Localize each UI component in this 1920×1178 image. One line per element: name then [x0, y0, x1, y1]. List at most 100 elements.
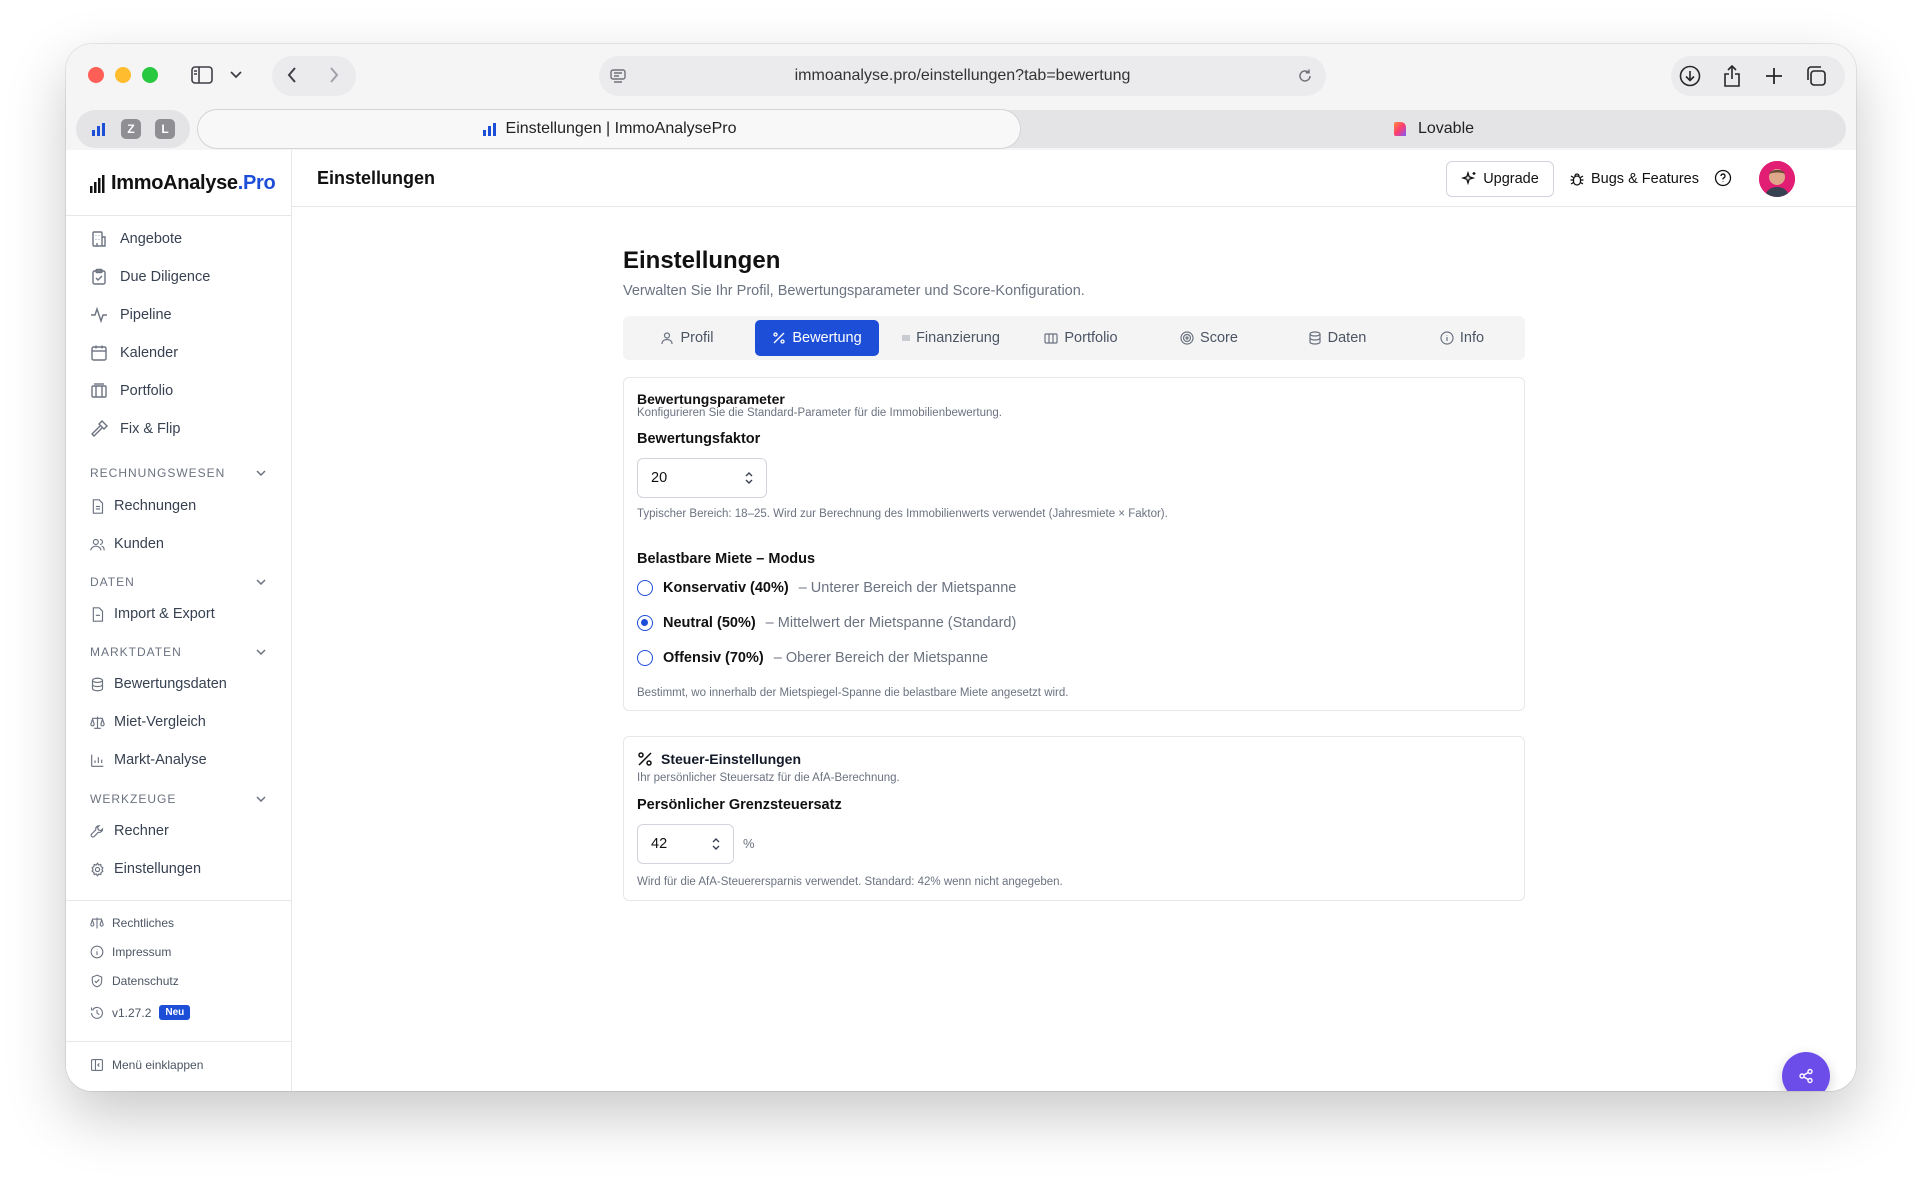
collapse-menu-button[interactable]: Menü einklappen [90, 1058, 203, 1072]
version-text: v1.27.2 [112, 1005, 152, 1020]
sidebar-item-label: Fix & Flip [120, 421, 181, 437]
tab-label: Daten [1327, 330, 1367, 346]
section-header-werkzeuge[interactable]: WERKZEUGE [90, 792, 266, 806]
sidebar-item-kalender[interactable]: Kalender [90, 344, 178, 362]
tax-rate-unit: % [743, 836, 755, 851]
scale-icon [90, 917, 104, 929]
tab-info[interactable]: Info [1403, 320, 1521, 356]
tab-finanzierung[interactable]: Finanzierung [887, 320, 1015, 356]
building-icon [92, 231, 106, 247]
sidebar-item-label: Bewertungsdaten [114, 676, 227, 692]
sidebar-toggle-icon[interactable] [190, 64, 214, 86]
sidebar-item-rechner[interactable]: Rechner [90, 823, 169, 839]
browser-tab-active[interactable]: Einstellungen | ImmoAnalysePro [198, 110, 1020, 148]
chevron-down-icon [256, 649, 266, 655]
footer-link-datenschutz[interactable]: Datenschutz [90, 974, 179, 988]
footer-link-impressum[interactable]: Impressum [90, 945, 171, 959]
upgrade-label: Upgrade [1483, 171, 1539, 187]
input-value: 42 [651, 836, 668, 852]
footer-link-label: Impressum [112, 945, 172, 959]
version-info[interactable]: v1.27.2 Neu [90, 1005, 191, 1020]
sidebar-item-rechnungen[interactable]: Rechnungen [90, 498, 196, 514]
sidebar-item-label: Due Diligence [120, 269, 211, 285]
tab-group-pill[interactable]: Z L [76, 110, 190, 148]
header-title: Einstellungen [317, 168, 436, 188]
chevron-down-icon[interactable] [229, 68, 243, 82]
tab-strip: Einstellungen | ImmoAnalysePro Lovable [198, 110, 1846, 148]
radio-button[interactable] [637, 580, 653, 596]
section-title: RECHNUNGSWESEN [90, 466, 226, 480]
url-text: immoanalyse.pro/einstellungen?tab=bewert… [794, 67, 1131, 84]
address-bar[interactable]: immoanalyse.pro/einstellungen?tab=bewert… [599, 56, 1326, 96]
stepper-icon[interactable] [711, 836, 721, 852]
forward-icon[interactable] [324, 64, 344, 86]
rent-mode-option[interactable]: Neutral (50%) – Mittelwert der Mietspann… [637, 615, 1016, 631]
sidebar-item-label: Rechnungen [114, 498, 197, 514]
rent-mode-option[interactable]: Konservativ (40%) – Unterer Bereich der … [637, 580, 1016, 596]
logo-suffix: .Pro [237, 172, 276, 194]
tab-portfolio[interactable]: Portfolio [1019, 320, 1143, 356]
info-icon [1440, 331, 1454, 345]
help-icon[interactable] [1714, 169, 1734, 189]
sidebar-item-label: Markt-Analyse [114, 752, 207, 768]
reload-icon[interactable] [1296, 67, 1314, 85]
app-header: Einstellungen Upgrade Bugs & Features [292, 150, 1856, 207]
footer-link-label: Rechtliches [112, 916, 175, 930]
tab-label: Score [1200, 330, 1238, 346]
card-description: Konfigurieren Sie die Standard-Parameter… [637, 407, 1003, 419]
section-header-marktdaten[interactable]: MARKTDATEN [90, 645, 266, 659]
close-window-button[interactable] [88, 67, 104, 83]
new-tab-icon[interactable] [1762, 64, 1786, 88]
sidebar-item-due-diligence[interactable]: Due Diligence [90, 268, 210, 286]
section-header-daten[interactable]: DATEN [90, 575, 266, 589]
sidebar-item-portfolio[interactable]: Portfolio [90, 382, 173, 400]
sidebar-item-bewertungsdaten[interactable]: Bewertungsdaten [90, 676, 227, 692]
rent-mode-option[interactable]: Offensiv (70%) – Oberer Bereich der Miet… [637, 650, 988, 666]
footer-link-label: Datenschutz [112, 974, 179, 988]
tab-title: Lovable [1417, 120, 1475, 137]
profile-badge[interactable]: Z [121, 119, 141, 139]
tab-overview-icon[interactable] [1804, 64, 1828, 88]
sidebar-item-fix-flip[interactable]: Fix & Flip [90, 420, 180, 438]
users-icon [90, 538, 105, 550]
percent-icon [773, 332, 785, 344]
sidebar-divider [66, 215, 292, 216]
valuation-factor-input[interactable]: 20 [637, 458, 767, 498]
section-header-rechnungswesen[interactable]: RECHNUNGSWESEN [90, 466, 266, 480]
back-icon[interactable] [282, 64, 302, 86]
minimize-window-button[interactable] [115, 67, 131, 83]
valuation-factor-label: Bewertungsfaktor [637, 431, 761, 447]
tab-bewertung[interactable]: Bewertung [755, 320, 879, 356]
sidebar-item-einstellungen[interactable]: Einstellungen [90, 861, 201, 877]
chevron-down-icon [256, 579, 266, 585]
radio-button[interactable] [637, 650, 653, 666]
sidebar-item-markt-analyse[interactable]: Markt-Analyse [90, 752, 207, 768]
collapse-menu-label: Menü einklappen [112, 1058, 204, 1072]
sidebar: ImmoAnalyse .Pro Angebote Due Diligence P… [66, 150, 292, 1091]
valuation-factor-hint: Typischer Bereich: 18–25. Wird zur Berec… [637, 508, 1168, 520]
share-icon[interactable] [1720, 63, 1744, 89]
user-icon [661, 332, 674, 345]
tab-profil[interactable]: Profil [627, 320, 747, 356]
profile-badge[interactable]: L [155, 119, 175, 139]
tax-rate-input[interactable]: 42 [637, 824, 734, 864]
browser-tab[interactable]: Lovable [1020, 110, 1846, 148]
sidebar-item-import-export[interactable]: Import & Export [90, 606, 215, 622]
radio-button-selected[interactable] [637, 615, 653, 631]
zoom-window-button[interactable] [142, 67, 158, 83]
sidebar-item-kunden[interactable]: Kunden [90, 536, 164, 552]
rent-mode-label: Belastbare Miete – Modus [637, 551, 816, 567]
download-icon[interactable] [1678, 64, 1702, 88]
tab-score[interactable]: Score [1147, 320, 1271, 356]
sidebar-item-miet-vergleich[interactable]: Miet-Vergleich [90, 714, 206, 730]
sidebar-item-angebote[interactable]: Angebote [90, 230, 182, 248]
tab-daten[interactable]: Daten [1275, 320, 1399, 356]
footer-link-rechtliches[interactable]: Rechtliches [90, 916, 174, 930]
user-avatar[interactable] [1759, 161, 1795, 197]
app-logo[interactable]: ImmoAnalyse .Pro [90, 172, 276, 195]
upgrade-button[interactable]: Upgrade [1446, 161, 1554, 197]
rent-mode-hint: Bestimmt, wo innerhalb der Mietspiegel-S… [637, 687, 1069, 699]
stepper-icon[interactable] [744, 470, 754, 486]
bugs-features-button[interactable]: Bugs & Features [1564, 161, 1704, 197]
sidebar-item-pipeline[interactable]: Pipeline [90, 306, 172, 324]
